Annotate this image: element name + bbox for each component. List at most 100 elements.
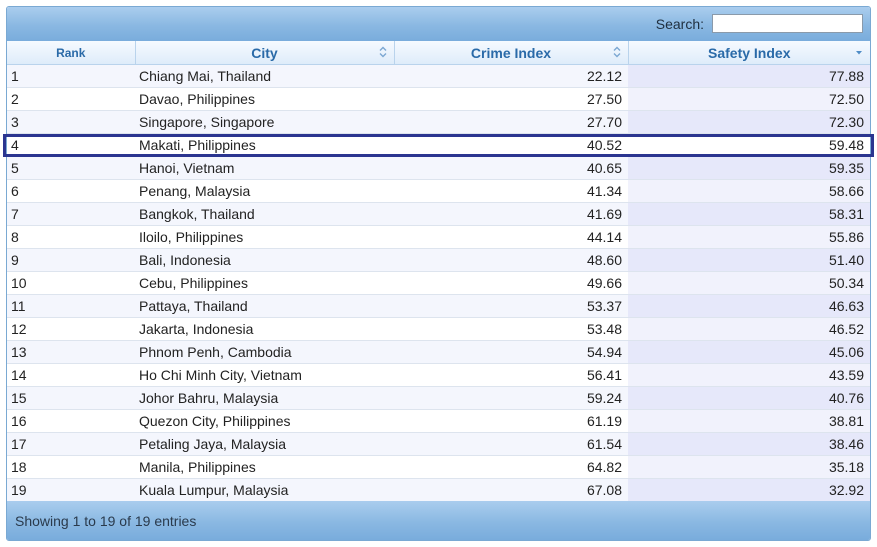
crime-index-cell: 48.60 [394, 248, 628, 272]
column-header-label: Crime Index [470, 44, 552, 61]
crime-index-cell: 44.14 [394, 225, 628, 249]
crime-safety-table: Rank City Crime Index Safety Index 1 Chi… [7, 41, 870, 502]
crime-index-cell: 67.08 [394, 478, 628, 502]
safety-index-cell: 59.35 [628, 156, 870, 180]
table-row[interactable]: 15 Johor Bahru, Malaysia 59.24 40.76 [7, 386, 870, 410]
city-cell: Jakarta, Indonesia [135, 317, 394, 341]
city-cell: Cebu, Philippines [135, 271, 394, 295]
column-header-label: City [251, 44, 278, 61]
safety-index-cell: 51.40 [628, 248, 870, 272]
rank-cell: 11 [7, 294, 135, 318]
sort-both-icon [613, 46, 620, 58]
rank-cell: 2 [7, 87, 135, 111]
rank-cell: 15 [7, 386, 135, 410]
crime-index-cell: 64.82 [394, 455, 628, 479]
safety-index-cell: 46.63 [628, 294, 870, 318]
city-cell: Manila, Philippines [135, 455, 394, 479]
rank-cell: 18 [7, 455, 135, 479]
entries-info: Showing 1 to 19 of 19 entries [15, 513, 197, 529]
city-cell: Singapore, Singapore [135, 110, 394, 134]
column-header-safety-index[interactable]: Safety Index [628, 41, 870, 65]
city-cell: Bali, Indonesia [135, 248, 394, 272]
sort-desc-icon [856, 51, 862, 55]
crime-index-cell: 61.54 [394, 432, 628, 456]
rank-cell: 8 [7, 225, 135, 249]
data-table-wrapper: Search: Rank City Crime Index Safety Ind… [6, 6, 871, 541]
city-cell: Pattaya, Thailand [135, 294, 394, 318]
rank-cell: 19 [7, 478, 135, 502]
table-row[interactable]: 5 Hanoi, Vietnam 40.65 59.35 [7, 156, 870, 180]
rank-cell: 10 [7, 271, 135, 295]
rank-cell: 6 [7, 179, 135, 203]
table-body: 1 Chiang Mai, Thailand 22.12 77.88 2 Davao, P… [7, 64, 870, 502]
safety-index-cell: 55.86 [628, 225, 870, 249]
safety-index-cell: 32.92 [628, 478, 870, 502]
column-header-label: Rank [56, 45, 86, 60]
rank-cell: 1 [7, 64, 135, 88]
safety-index-cell: 38.81 [628, 409, 870, 433]
table-row[interactable]: 17 Petaling Jaya, Malaysia 61.54 38.46 [7, 432, 870, 456]
table-row[interactable]: 3 Singapore, Singapore 27.70 72.30 [7, 110, 870, 134]
city-cell: Quezon City, Philippines [135, 409, 394, 433]
table-toolbar: Search: [7, 7, 870, 41]
city-cell: Davao, Philippines [135, 87, 394, 111]
crime-index-cell: 40.52 [394, 133, 628, 157]
table-row[interactable]: 16 Quezon City, Philippines 61.19 38.81 [7, 409, 870, 433]
rank-cell: 16 [7, 409, 135, 433]
city-cell: Ho Chi Minh City, Vietnam [135, 363, 394, 387]
table-row[interactable]: 13 Phnom Penh, Cambodia 54.94 45.06 [7, 340, 870, 364]
safety-index-cell: 50.34 [628, 271, 870, 295]
sort-both-icon [379, 46, 386, 58]
column-header-city[interactable]: City [135, 41, 395, 65]
table-row[interactable]: 19 Kuala Lumpur, Malaysia 67.08 32.92 [7, 478, 870, 502]
safety-index-cell: 45.06 [628, 340, 870, 364]
table-footer: Showing 1 to 19 of 19 entries [7, 501, 870, 540]
crime-index-cell: 61.19 [394, 409, 628, 433]
safety-index-cell: 38.46 [628, 432, 870, 456]
table-row[interactable]: 6 Penang, Malaysia 41.34 58.66 [7, 179, 870, 203]
column-header-crime-index[interactable]: Crime Index [394, 41, 629, 65]
table-row[interactable]: 18 Manila, Philippines 64.82 35.18 [7, 455, 870, 479]
safety-index-cell: 58.31 [628, 202, 870, 226]
crime-index-cell: 53.37 [394, 294, 628, 318]
city-cell: Bangkok, Thailand [135, 202, 394, 226]
table-row[interactable]: 9 Bali, Indonesia 48.60 51.40 [7, 248, 870, 272]
table-row[interactable]: 12 Jakarta, Indonesia 53.48 46.52 [7, 317, 870, 341]
rank-cell: 3 [7, 110, 135, 134]
rank-cell: 5 [7, 156, 135, 180]
rank-cell: 17 [7, 432, 135, 456]
crime-index-cell: 27.50 [394, 87, 628, 111]
rank-cell: 4 [7, 133, 135, 157]
table-row[interactable]: 10 Cebu, Philippines 49.66 50.34 [7, 271, 870, 295]
crime-index-cell: 41.69 [394, 202, 628, 226]
safety-index-cell: 77.88 [628, 64, 870, 88]
search-label: Search: [655, 16, 704, 32]
table-header-row: Rank City Crime Index Safety Index [7, 41, 870, 65]
table-row[interactable]: 7 Bangkok, Thailand 41.69 58.31 [7, 202, 870, 226]
crime-index-cell: 53.48 [394, 317, 628, 341]
safety-index-cell: 59.48 [628, 133, 870, 157]
safety-index-cell: 35.18 [628, 455, 870, 479]
column-header-label: Safety Index [708, 44, 791, 61]
city-cell: Chiang Mai, Thailand [135, 64, 394, 88]
rank-cell: 13 [7, 340, 135, 364]
rank-cell: 7 [7, 202, 135, 226]
table-row[interactable]: 11 Pattaya, Thailand 53.37 46.63 [7, 294, 870, 318]
city-cell: Johor Bahru, Malaysia [135, 386, 394, 410]
crime-index-cell: 56.41 [394, 363, 628, 387]
table-row[interactable]: 8 Iloilo, Philippines 44.14 55.86 [7, 225, 870, 249]
crime-index-cell: 41.34 [394, 179, 628, 203]
rank-cell: 12 [7, 317, 135, 341]
safety-index-cell: 46.52 [628, 317, 870, 341]
table-row[interactable]: 14 Ho Chi Minh City, Vietnam 56.41 43.59 [7, 363, 870, 387]
safety-index-cell: 72.50 [628, 87, 870, 111]
table-row[interactable]: 4 Makati, Philippines 40.52 59.48 [7, 133, 870, 157]
table-row[interactable]: 1 Chiang Mai, Thailand 22.12 77.88 [7, 64, 870, 88]
column-header-rank[interactable]: Rank [7, 41, 136, 65]
crime-index-cell: 27.70 [394, 110, 628, 134]
crime-index-cell: 59.24 [394, 386, 628, 410]
table-row[interactable]: 2 Davao, Philippines 27.50 72.50 [7, 87, 870, 111]
search-input[interactable] [712, 14, 863, 33]
safety-index-cell: 72.30 [628, 110, 870, 134]
safety-index-cell: 58.66 [628, 179, 870, 203]
